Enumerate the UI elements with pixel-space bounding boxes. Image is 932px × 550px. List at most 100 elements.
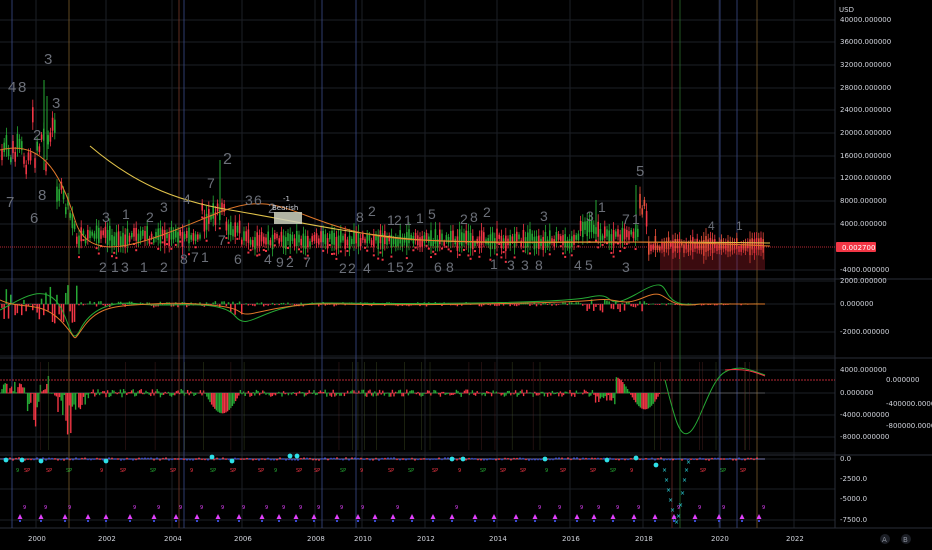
sequence-label-top: 3 — [102, 209, 110, 225]
year-tick-label: 2012 — [417, 535, 435, 543]
macd-bar — [612, 304, 615, 310]
osc-bar — [199, 390, 202, 394]
osc-bar — [84, 393, 86, 405]
scale-b-label: B — [903, 536, 908, 544]
marker-dot — [615, 458, 617, 461]
osc-bar — [129, 392, 131, 394]
blue-dot — [217, 520, 219, 522]
sell-dot — [502, 251, 505, 254]
osc-bar — [159, 393, 162, 398]
marker-dot — [108, 457, 110, 460]
sequence-label-top: 1 — [404, 212, 412, 228]
candle-body — [76, 236, 78, 244]
candle-body — [736, 238, 738, 250]
osc-bar — [122, 389, 125, 394]
osc-bar — [70, 393, 72, 434]
sell-dot — [430, 256, 432, 259]
marker-dot — [474, 458, 476, 460]
osc-bar — [58, 393, 61, 398]
macd-bar — [516, 304, 518, 307]
sell-dot — [372, 254, 375, 257]
osc-bar — [556, 392, 558, 394]
osc-bar — [473, 393, 475, 396]
osc-bar — [359, 393, 362, 394]
marker-dot — [321, 457, 323, 460]
candle-body — [494, 238, 496, 250]
osc-bar — [81, 393, 83, 405]
marker-dot — [345, 457, 347, 459]
candle-body — [628, 231, 630, 240]
count-nine-label: 9 — [317, 505, 320, 511]
candle-body — [593, 224, 595, 234]
candle-body — [168, 233, 170, 247]
osc-bar — [334, 393, 336, 397]
count-nine-label: 9 — [396, 505, 399, 511]
last-price-value: 0.002700 — [842, 244, 875, 252]
osc-bar — [36, 393, 38, 408]
macd-bar — [652, 303, 654, 305]
count-nine-label: 9 — [242, 505, 245, 511]
candle-body — [359, 238, 362, 247]
macd-bar — [16, 304, 19, 314]
osc-bar — [265, 393, 267, 395]
osc-bar — [118, 392, 120, 394]
osc-bar — [508, 390, 510, 394]
trading-chart[interactable]: ×××××××××××××9SPSPSP9SPSPSP9SPSPSP9SPSPS… — [0, 0, 932, 550]
candle-body — [423, 235, 426, 243]
marker-dot — [141, 457, 143, 460]
marker-tick-label: 0.0 — [840, 455, 851, 463]
macd-bar — [522, 303, 525, 305]
osc-bar — [153, 393, 155, 396]
osc-bar — [449, 393, 451, 396]
osc-bar — [119, 389, 122, 394]
osc-bar — [1, 389, 3, 394]
macd-bar — [232, 301, 234, 305]
marker-dot — [300, 457, 302, 460]
sell-dot — [161, 241, 164, 244]
sequence-label-bottom: 2 — [406, 259, 414, 275]
year-tick-label: 2004 — [164, 535, 182, 543]
osc-bar — [279, 393, 282, 394]
candle-body — [498, 234, 500, 239]
marker-dot — [348, 458, 350, 461]
osc-bar — [596, 393, 598, 397]
macd-bar — [216, 304, 219, 305]
marker-dot — [366, 457, 368, 460]
osc-bar — [62, 393, 64, 416]
candle-body — [355, 231, 357, 244]
blue-dot — [534, 520, 536, 522]
candle-body — [133, 228, 135, 237]
macd-bar — [674, 304, 676, 306]
osc-bar — [271, 393, 274, 397]
marker-dot — [33, 458, 35, 461]
macd-bar — [89, 301, 91, 305]
year-tick-label: 2020 — [711, 535, 729, 543]
candle-body — [82, 230, 85, 235]
osc-bar — [194, 393, 197, 395]
osc-bar — [628, 391, 630, 394]
price-tick-label: 24000.000000 — [840, 106, 891, 114]
sell-dot — [256, 254, 259, 257]
sell-dot — [201, 216, 204, 219]
candle-body — [337, 235, 340, 249]
candle-body — [410, 234, 412, 240]
macd-bar — [73, 304, 76, 322]
candle-body — [392, 238, 395, 245]
marker-dot — [564, 458, 566, 460]
osc-bar — [502, 393, 504, 395]
marker-dot — [426, 458, 428, 461]
osc-bar — [327, 392, 330, 394]
candle-body — [12, 141, 14, 154]
osc-bar — [466, 389, 469, 394]
osc-bar — [207, 393, 210, 400]
osc-bar — [182, 390, 184, 394]
marker-dot — [723, 458, 725, 460]
blue-dot — [654, 520, 656, 522]
candle-body — [648, 242, 650, 255]
candle-body — [368, 234, 371, 241]
macd-bar — [54, 304, 56, 324]
setup-marker: SP — [46, 468, 52, 474]
marker-dot — [327, 458, 329, 461]
osc-bar — [282, 391, 285, 394]
osc-bar — [26, 393, 29, 412]
